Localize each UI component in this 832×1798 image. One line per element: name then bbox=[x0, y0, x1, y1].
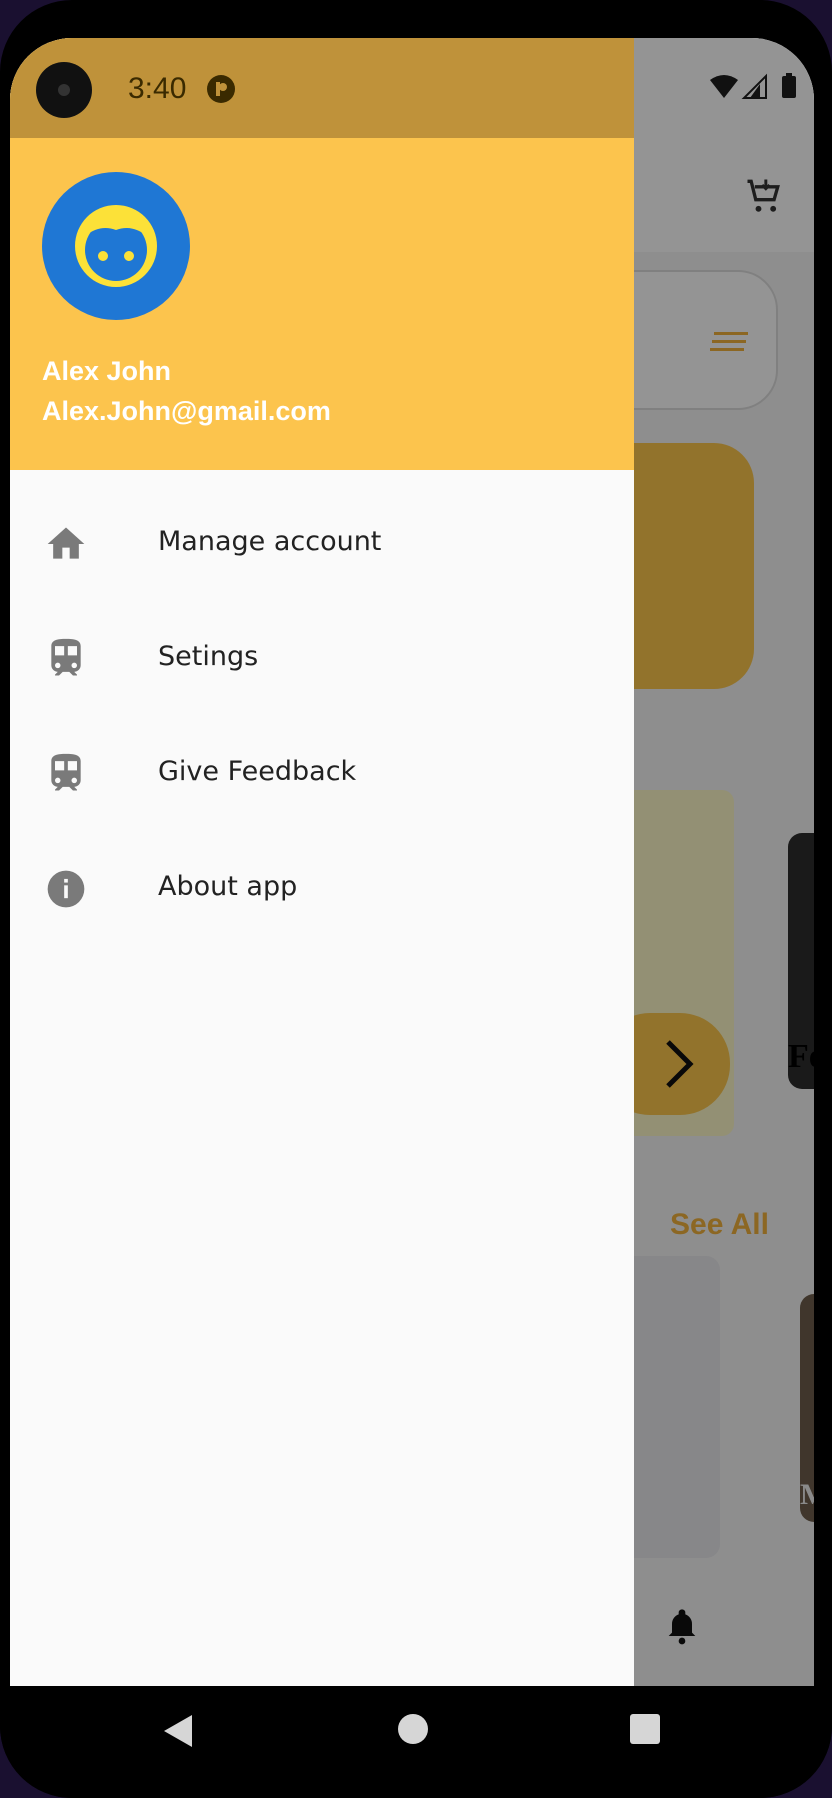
menu-item-label: Give Feedback bbox=[158, 756, 357, 787]
screen: Fo See All M Alex John bbox=[10, 38, 814, 1686]
status-time: 3:40 bbox=[128, 72, 187, 105]
menu-item-label: About app bbox=[158, 871, 298, 902]
menu-item-manage-account[interactable]: Manage account bbox=[10, 494, 634, 594]
recent-apps-icon[interactable] bbox=[630, 1714, 660, 1744]
menu-item-about-app[interactable]: About app bbox=[10, 839, 634, 939]
battery-icon bbox=[782, 76, 796, 98]
navigation-drawer: Alex John Alex.John@gmail.com Manage acc… bbox=[10, 38, 634, 1686]
menu-item-label: Manage account bbox=[158, 526, 382, 557]
avatar[interactable] bbox=[42, 172, 190, 320]
menu-item-settings[interactable]: Setings bbox=[10, 609, 634, 709]
user-email: Alex.John@gmail.com bbox=[42, 396, 331, 426]
train-icon bbox=[51, 753, 81, 791]
status-bar: 3:40 bbox=[10, 38, 814, 138]
user-name: Alex John bbox=[42, 356, 172, 386]
system-nav-bar bbox=[0, 1686, 832, 1798]
menu-item-label: Setings bbox=[158, 641, 259, 672]
camera-cutout bbox=[36, 62, 92, 118]
status-icons bbox=[710, 73, 796, 99]
home-button-icon[interactable] bbox=[398, 1714, 428, 1744]
info-icon bbox=[47, 870, 85, 908]
device-frame: Fo See All M Alex John bbox=[0, 0, 832, 1798]
wifi-icon bbox=[710, 75, 738, 98]
menu-item-give-feedback[interactable]: Give Feedback bbox=[10, 724, 634, 824]
notification-app-icon bbox=[207, 75, 235, 103]
home-icon bbox=[47, 527, 85, 559]
train-icon bbox=[51, 638, 81, 676]
back-icon[interactable] bbox=[162, 1713, 194, 1749]
